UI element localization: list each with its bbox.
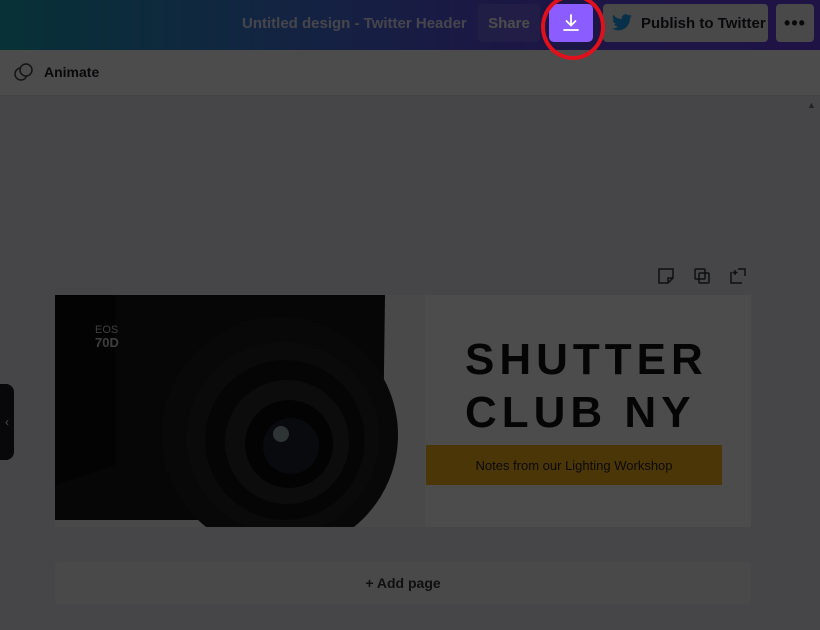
duplicate-icon[interactable]	[692, 266, 712, 286]
brand-line-1: SHUTTER	[465, 335, 708, 384]
top-bar: Untitled design - Twitter Header Share P…	[0, 0, 820, 50]
design-canvas[interactable]: EOS 70D SHUTTER CLUB NY Notes from our L…	[55, 295, 751, 527]
secondary-toolbar: Animate	[0, 50, 820, 96]
note-icon[interactable]	[656, 266, 676, 286]
download-icon	[563, 14, 579, 31]
animate-button[interactable]: Animate	[14, 62, 99, 82]
brand-title[interactable]: SHUTTER CLUB NY	[465, 333, 705, 439]
publish-to-twitter-button[interactable]: Publish to Twitter	[603, 4, 768, 42]
brand-line-2: CLUB NY	[465, 388, 696, 437]
share-button[interactable]: Share	[478, 4, 540, 42]
animate-label: Animate	[44, 64, 100, 80]
camera-photo[interactable]: EOS 70D	[55, 295, 425, 527]
animate-icon	[14, 63, 33, 81]
add-icon[interactable]	[728, 266, 748, 286]
document-title[interactable]: Untitled design - Twitter Header	[242, 15, 467, 32]
twitter-bird-icon	[611, 14, 633, 31]
camera-number-text: 70D	[95, 335, 119, 350]
tagline-banner[interactable]: Notes from our Lighting Workshop	[426, 445, 722, 485]
page-actions	[656, 266, 748, 286]
publish-label: Publish to Twitter	[641, 14, 766, 32]
more-options-button[interactable]: •••	[776, 4, 814, 42]
scroll-up-icon[interactable]: ▲	[807, 100, 816, 110]
side-panel-toggle[interactable]: ‹	[0, 384, 14, 460]
add-page-button[interactable]: + Add page	[55, 562, 751, 604]
download-button-highlighted[interactable]	[549, 4, 593, 42]
